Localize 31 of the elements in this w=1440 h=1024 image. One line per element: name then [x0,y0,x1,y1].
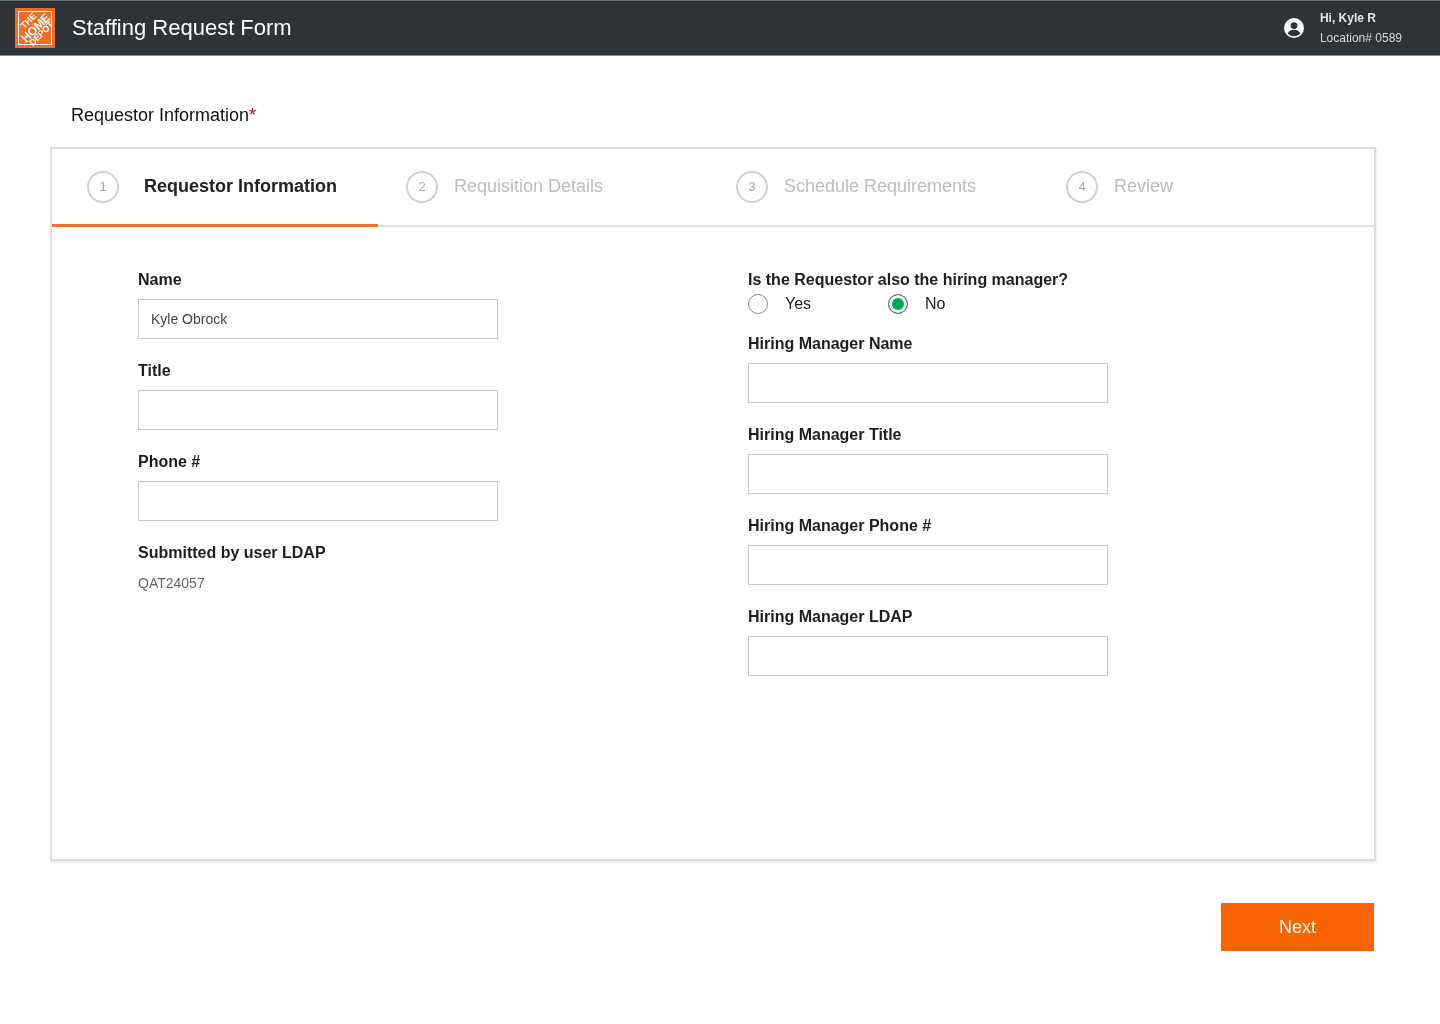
step-number: 4 [1066,170,1098,203]
user-greeting: Hi, Kyle R [1319,11,1376,25]
field-label: Hiring Manager Title [748,425,902,445]
field-value: QAT24057 [138,575,205,591]
step-number: 2 [406,170,438,203]
field-label: Name [138,270,182,290]
field-label: Phone # [138,452,201,472]
field-label: Hiring Manager Name [748,334,913,354]
field-label: Submitted by user LDAP [138,543,326,563]
text-field[interactable]: Kyle Obrock [138,299,498,339]
section-heading: Requestor Information* [71,104,257,127]
field-label: Hiring Manager Phone # [748,516,932,536]
step-tab[interactable]: 1 Requestor Information [52,149,378,227]
text-field[interactable] [138,481,498,521]
radio-option[interactable]: No [888,294,1028,314]
field-label: Title [138,361,171,381]
text-field[interactable] [748,636,1108,676]
user-icon[interactable] [1283,18,1304,38]
app-title: Staffing Request Form [72,15,293,41]
text-field[interactable] [748,454,1108,494]
text-field[interactable] [748,545,1108,585]
radio-option[interactable]: Yes [748,294,888,314]
step-number: 3 [736,170,768,203]
field-label: Hiring Manager LDAP [748,607,913,627]
radio-checked-icon[interactable] [888,294,908,314]
step-number: 1 [87,170,119,203]
radio-unchecked-icon[interactable] [748,294,768,314]
location-number: Location# 0589 [1319,31,1402,45]
text-field[interactable] [138,390,498,430]
question-label: Is the Requestor also the hiring manager? [748,270,1069,290]
text-field[interactable] [748,363,1108,403]
